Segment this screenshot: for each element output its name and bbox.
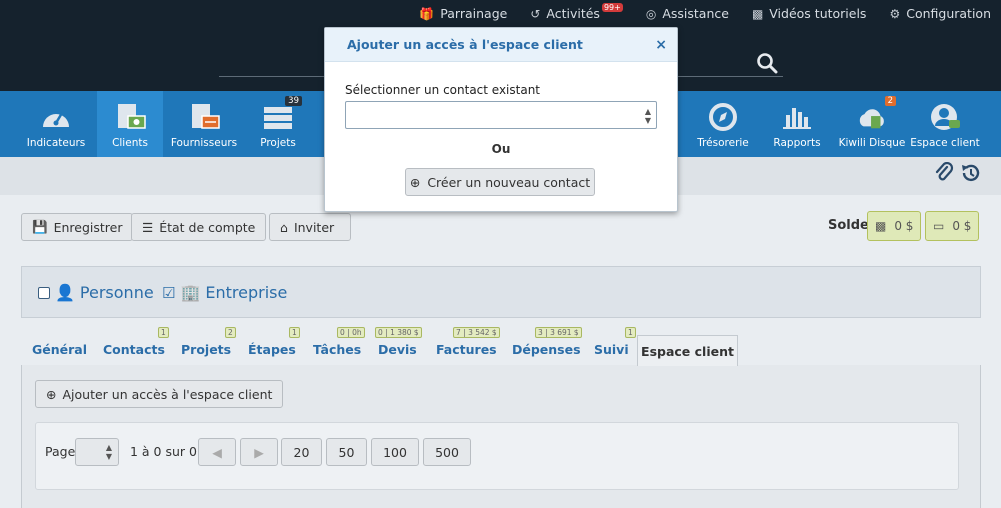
top-link-parrainage[interactable]: 🎁 Parrainage: [419, 6, 507, 21]
gift-icon: 🎁: [419, 6, 435, 21]
projects-icon: 39: [262, 96, 302, 132]
list-icon: ☰: [142, 219, 154, 235]
page-size-50[interactable]: 50: [326, 438, 367, 466]
paperclip-icon[interactable]: [934, 162, 954, 184]
building-icon: 🏢: [180, 283, 201, 302]
tab-contacts[interactable]: Contacts: [103, 342, 165, 357]
top-link-videos[interactable]: ▩ Vidéos tutoriels: [752, 6, 867, 21]
page-size-100[interactable]: 100: [371, 438, 419, 466]
nav-item-projets[interactable]: 39 Projets: [250, 91, 306, 157]
compass-icon: [707, 102, 739, 132]
disk-badge: 2: [884, 96, 896, 106]
tab-factures[interactable]: Factures: [436, 342, 497, 357]
entity-type-company[interactable]: ☑ 🏢 Entreprise: [162, 283, 287, 302]
add-client-access-button[interactable]: ⊕ Ajouter un accès à l'espace client: [35, 380, 284, 408]
suppliers-icon: [188, 102, 220, 132]
save-button[interactable]: 💾 Enregistrer: [21, 213, 134, 241]
person-icon: 👤: [55, 283, 75, 302]
credit-card-icon: ▭: [933, 219, 945, 233]
plus-circle-icon: ⊕: [46, 386, 57, 402]
chevron-left-icon: ◀: [212, 444, 222, 460]
nav-item-tresorerie[interactable]: Trésorerie: [693, 91, 753, 157]
cash-icon: ▩: [875, 219, 887, 233]
select-contact-label: Sélectionner un contact existant: [345, 83, 541, 97]
stepper-arrows-icon: ▲ ▼: [105, 443, 112, 461]
tab-devis[interactable]: Devis: [378, 342, 417, 357]
chevron-right-icon: ▶: [254, 444, 264, 460]
tab-suivi-badge: 1: [625, 327, 636, 338]
tab-depenses[interactable]: Dépenses: [512, 342, 581, 357]
cloud-disk-icon: 2: [856, 96, 896, 132]
checked-checkbox-icon[interactable]: ☑: [162, 284, 175, 302]
history-icon[interactable]: [960, 162, 982, 184]
person-checkbox[interactable]: [38, 286, 50, 299]
tab-taches[interactable]: Tâches: [313, 342, 361, 357]
balance-card: ▭ 0 $: [925, 211, 980, 241]
dashboard-icon: [40, 102, 72, 132]
nav-item-espace-client[interactable]: Espace client: [910, 91, 980, 157]
tab-etapes[interactable]: Étapes: [248, 342, 296, 357]
tab-espace-client[interactable]: Espace client: [637, 335, 738, 366]
plus-circle-icon: ⊕: [409, 174, 421, 190]
prev-page-button[interactable]: ◀: [198, 438, 236, 466]
invite-button[interactable]: ⌂ Inviter: [269, 213, 351, 241]
tab-taches-badge: 0 | 0h: [337, 327, 365, 338]
close-icon[interactable]: ×: [655, 37, 667, 53]
projects-badge: 39: [285, 96, 302, 106]
header-actions: [934, 162, 982, 184]
bar-chart-icon: [781, 102, 813, 132]
modal-title: Ajouter un accès à l'espace client: [347, 37, 583, 52]
tab-projets-badge: 2: [225, 327, 236, 338]
save-icon: 💾: [32, 219, 48, 234]
entity-type-person[interactable]: 👤 Personne: [38, 283, 154, 302]
next-page-button[interactable]: ▶: [240, 438, 278, 466]
search-icon[interactable]: [756, 52, 778, 74]
top-link-assistance[interactable]: ◎ Assistance: [646, 6, 729, 21]
nav-item-indicateurs[interactable]: Indicateurs: [17, 91, 95, 157]
house-icon: ⌂: [280, 219, 288, 235]
clients-icon: [114, 102, 146, 132]
or-separator: Ou: [491, 142, 511, 156]
top-links: 🎁 Parrainage ↺ Activités 99+ ◎ Assistanc…: [419, 3, 991, 21]
user-chat-icon: [929, 102, 961, 132]
gear-icon: ⚙: [889, 6, 901, 21]
tab-contacts-badge: 1: [158, 327, 169, 338]
tab-general[interactable]: Général: [32, 342, 87, 357]
nav-item-fournisseurs[interactable]: Fournisseurs: [168, 91, 240, 157]
page-size-20[interactable]: 20: [281, 438, 322, 466]
top-link-activites[interactable]: ↺ Activités 99+: [530, 3, 623, 21]
create-contact-button[interactable]: ⊕ Créer un nouveau contact: [405, 168, 595, 196]
page-range: 1 à 0 sur 0: [130, 444, 197, 459]
tab-projets[interactable]: Projets: [181, 342, 231, 357]
tab-factures-badge: 7 | 3 542 $: [453, 327, 500, 338]
nav-item-clients[interactable]: Clients: [97, 91, 163, 157]
nav-item-kiwili-disque[interactable]: 2 Kiwili Disque: [838, 91, 906, 157]
page-stepper[interactable]: ▲ ▼: [75, 438, 119, 466]
modal-header: Ajouter un accès à l'espace client: [325, 28, 677, 62]
film-icon: ▩: [751, 6, 764, 21]
page-label: Page: [45, 444, 76, 459]
page-size-500[interactable]: 500: [423, 438, 471, 466]
lifebuoy-icon: ◎: [645, 6, 657, 21]
activities-badge: 99+: [601, 3, 623, 12]
top-link-configuration[interactable]: ⚙ Configuration: [889, 6, 991, 21]
add-access-modal: Ajouter un accès à l'espace client × Sél…: [324, 27, 678, 212]
account-statement-button[interactable]: ☰ État de compte: [131, 213, 267, 241]
tab-suivi[interactable]: Suivi: [594, 342, 629, 357]
tab-devis-badge: 0 | 1 380 $: [375, 327, 422, 338]
tab-depenses-badge: 3 | 3 691 $: [535, 327, 582, 338]
nav-item-rapports[interactable]: Rapports: [767, 91, 827, 157]
contact-select[interactable]: ▲ ▼: [345, 101, 657, 129]
balance-cash: ▩ 0 $: [867, 211, 922, 241]
tab-etapes-badge: 1: [289, 327, 300, 338]
select-arrows-icon: ▲ ▼: [644, 107, 651, 125]
balance-label: Solde: [828, 218, 869, 233]
history-icon: ↺: [530, 6, 541, 21]
